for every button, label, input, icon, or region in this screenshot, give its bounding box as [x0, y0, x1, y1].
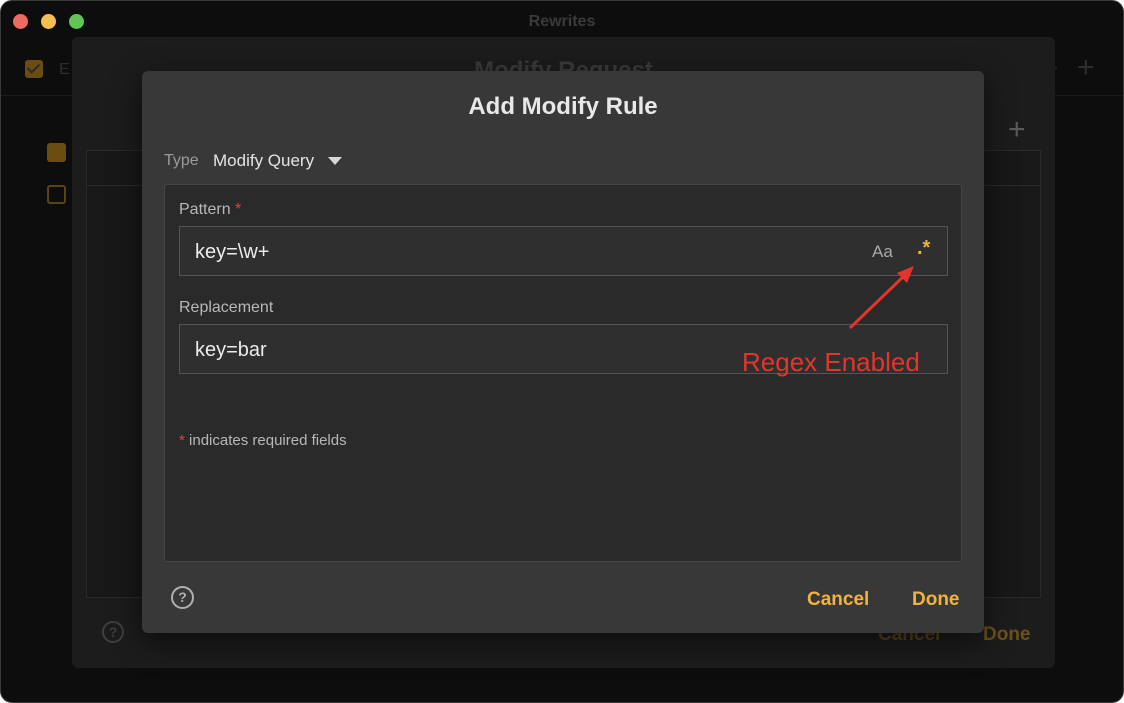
replacement-label: Replacement	[179, 299, 274, 316]
required-note-text: indicates required fields	[189, 432, 347, 449]
rule-checkbox-checked[interactable]	[47, 143, 66, 162]
case-sensitive-toggle[interactable]: Aa	[872, 242, 893, 262]
type-value: Modify Query	[213, 151, 315, 170]
pattern-value: key=\w+	[195, 241, 270, 263]
rule-checkbox-unchecked[interactable]	[47, 185, 66, 204]
pattern-input[interactable]: key=\w+ Aa .*	[179, 226, 948, 276]
annotation-label: Regex Enabled	[742, 347, 920, 377]
type-label: Type	[164, 152, 199, 169]
rewrites-window: Rewrites E − + Modify Request + ? Cancel…	[0, 0, 1124, 703]
replacement-value: key=bar	[195, 339, 267, 361]
pattern-label-text: Pattern	[179, 201, 231, 218]
required-star: *	[235, 201, 242, 218]
pattern-label: Pattern *	[179, 201, 241, 219]
dialog-title: Add Modify Rule	[468, 93, 658, 120]
window-title: Rewrites	[528, 13, 596, 30]
required-star: *	[179, 432, 185, 449]
sheet-done-button[interactable]: Done	[983, 624, 1031, 646]
cancel-button[interactable]: Cancel	[807, 589, 869, 611]
help-icon[interactable]: ?	[171, 586, 194, 609]
help-icon[interactable]: ?	[102, 621, 124, 643]
done-button[interactable]: Done	[912, 589, 960, 611]
regex-toggle[interactable]: .*	[917, 237, 930, 260]
enable-checkbox[interactable]	[25, 60, 43, 78]
chevron-down-icon	[328, 157, 343, 165]
required-fields-note: * indicates required fields	[179, 432, 347, 449]
enable-label: E	[59, 61, 70, 78]
plus-icon[interactable]: +	[1077, 53, 1095, 83]
add-rule-plus-icon[interactable]: +	[1008, 115, 1026, 145]
type-dropdown[interactable]: Modify Query	[213, 150, 343, 172]
